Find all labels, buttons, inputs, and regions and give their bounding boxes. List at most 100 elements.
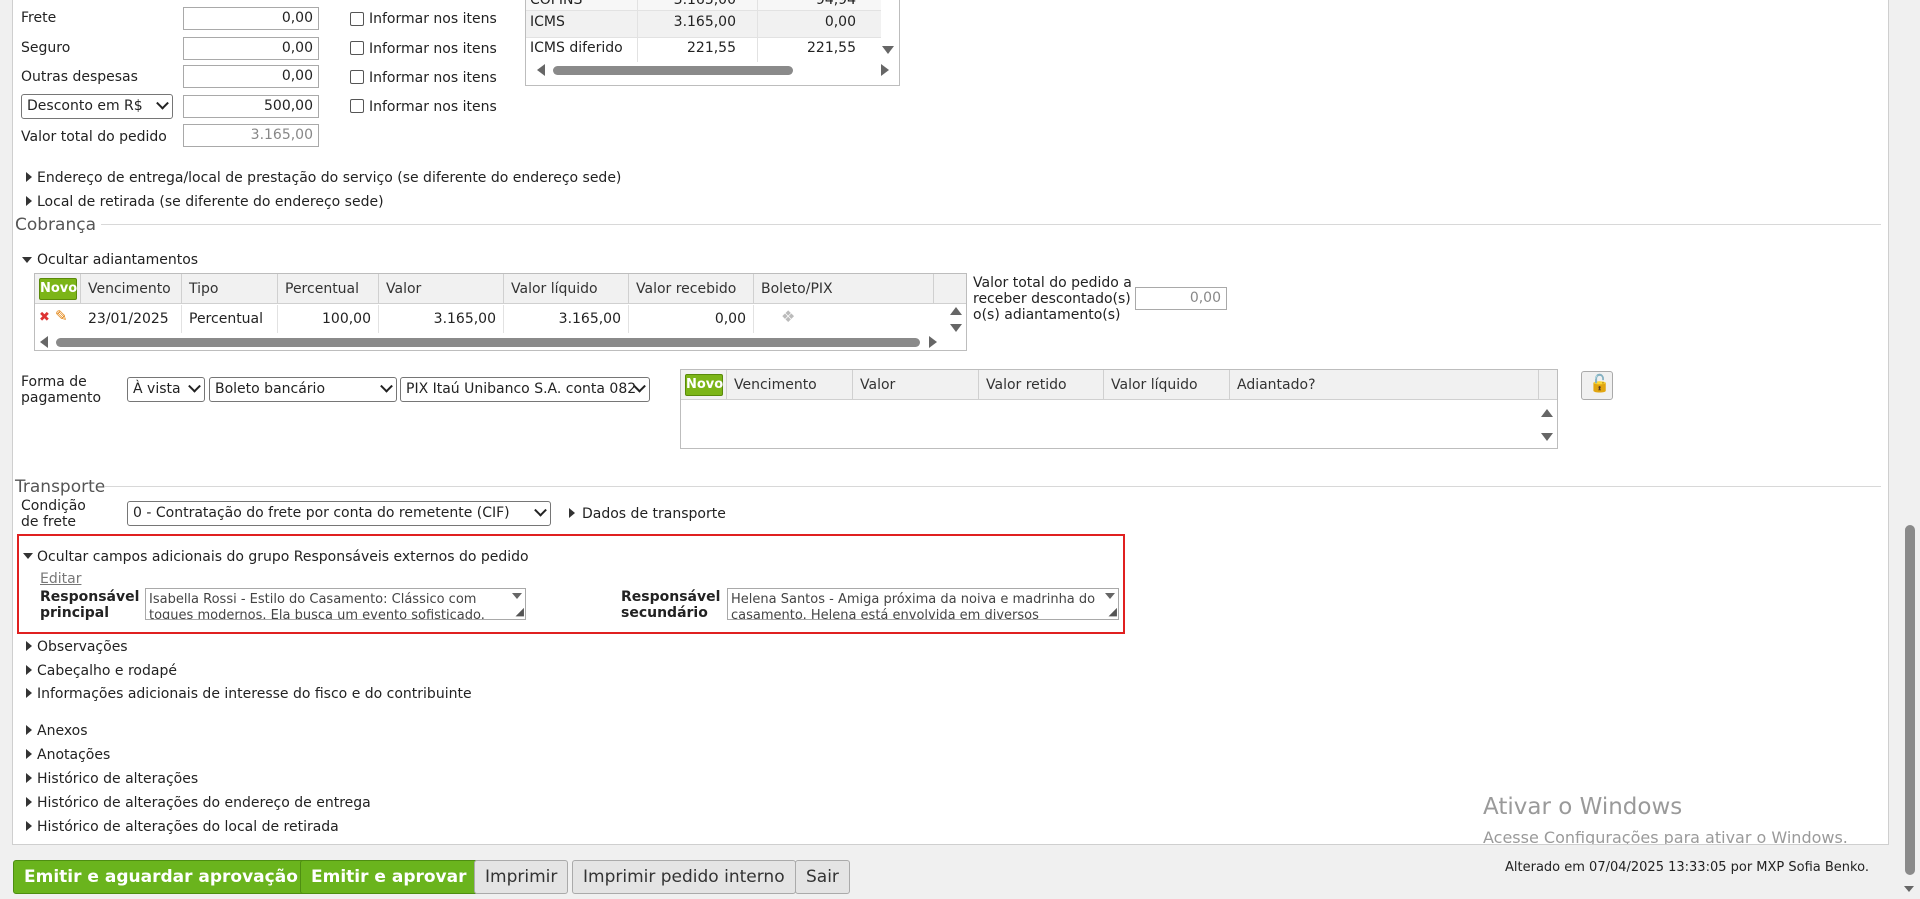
taxes-scroll-down[interactable] <box>882 46 894 54</box>
secundario-scroll-down-icon[interactable] <box>1105 593 1115 599</box>
imprimir-button[interactable]: Imprimir <box>474 860 569 894</box>
secundario-resize-icon[interactable]: ◢ <box>1109 604 1117 619</box>
frete-informar-checkbox[interactable] <box>350 12 364 26</box>
section-historico[interactable]: Histórico de alterações <box>37 771 198 787</box>
historico-expand-icon[interactable] <box>26 773 32 783</box>
imprimir-interno-button[interactable]: Imprimir pedido interno <box>572 860 796 894</box>
cobranca-title: Cobrança <box>15 215 97 235</box>
row-tipo: Percentual <box>182 305 278 333</box>
conta-pagamento-select[interactable]: PIX Itaú Unibanco S.A. conta 082 <box>400 377 650 402</box>
ocultar-adiantamentos-link[interactable]: Ocultar adiantamentos <box>37 252 198 268</box>
cabecalho-expand-icon[interactable] <box>26 665 32 675</box>
sair-button[interactable]: Sair <box>795 860 850 894</box>
page-scroll-down[interactable] <box>1904 886 1914 892</box>
section-historico-endereco[interactable]: Histórico de alterações do endereço de e… <box>37 795 371 811</box>
frete-informar-label: Informar nos itens <box>369 11 497 27</box>
desconto-type-select[interactable]: Desconto em R$ <box>21 94 173 119</box>
section-cabecalho-rodape[interactable]: Cabeçalho e rodapé <box>37 663 177 679</box>
parcelas-scroll-up[interactable] <box>1541 409 1553 417</box>
windows-activation-subtitle: Acesse Configurações para ativar o Windo… <box>1483 828 1848 845</box>
adiantamento-novo-button[interactable]: Novo <box>39 278 77 300</box>
anexos-expand-icon[interactable] <box>26 725 32 735</box>
valor-total-label: Valor total do pedido <box>21 129 167 145</box>
section-anexos[interactable]: Anexos <box>37 723 88 739</box>
tax-base-icms-diferido: 221,55 <box>687 40 736 56</box>
adiant-scroll-down[interactable] <box>950 324 962 332</box>
row-valor-liquido: 3.165,00 <box>504 305 629 333</box>
outras-despesas-input[interactable]: 0,00 <box>183 65 319 88</box>
info-adicionais-expand-icon[interactable] <box>26 688 32 698</box>
condicao-frete-label: Condição de frete <box>21 498 86 530</box>
responsavel-principal-value: Isabella Rossi - Estilo do Casamento: Cl… <box>149 592 485 620</box>
historico-endereco-expand-icon[interactable] <box>26 797 32 807</box>
observacoes-expand-icon[interactable] <box>26 641 32 651</box>
col-valor-liquido: Valor líquido <box>504 274 629 304</box>
desconto-input[interactable]: 500,00 <box>183 95 319 118</box>
responsavel-secundario-value: Helena Santos - Amiga próxima da noiva e… <box>731 592 1096 620</box>
windows-activation-title: Ativar o Windows <box>1483 794 1683 820</box>
adiant-scroll-right[interactable] <box>929 336 937 348</box>
parcela-novo-button[interactable]: Novo <box>685 374 723 396</box>
tax-name-cofins: COFINS <box>530 0 583 8</box>
taxes-scroll-right[interactable] <box>881 64 889 76</box>
local-retirada-expand-icon[interactable] <box>26 196 32 206</box>
section-observacoes[interactable]: Observações <box>37 639 128 655</box>
parc-col-adiantado: Adiantado? <box>1230 370 1539 400</box>
responsavel-principal-textarea[interactable]: Isabella Rossi - Estilo do Casamento: Cl… <box>145 588 526 620</box>
section-anotacoes[interactable]: Anotações <box>37 747 110 763</box>
desconto-type-value: Desconto em R$ <box>27 98 143 114</box>
local-retirada-link[interactable]: Local de retirada (se diferente do ender… <box>37 194 384 210</box>
taxes-hscroll-thumb[interactable] <box>553 66 793 75</box>
endereco-entrega-link[interactable]: Endereço de entrega/local de prestação d… <box>37 170 621 186</box>
page-scroll-thumb[interactable] <box>1905 525 1915 875</box>
page-vertical-scrollbar[interactable] <box>1900 0 1920 899</box>
principal-scroll-down-icon[interactable] <box>512 593 522 599</box>
col-valor-recebido: Valor recebido <box>629 274 754 304</box>
dados-transporte-link[interactable]: Dados de transporte <box>582 506 726 522</box>
tax-base-cofins: 3.165,00 <box>673 0 736 8</box>
seguro-informar-checkbox[interactable] <box>350 41 364 55</box>
responsaveis-collapse-icon[interactable] <box>23 553 33 559</box>
parcelas-grid: Vencimento Valor Valor retido Valor líqu… <box>680 369 1558 449</box>
responsavel-secundario-textarea[interactable]: Helena Santos - Amiga próxima da noiva e… <box>727 588 1119 620</box>
desconto-informar-checkbox[interactable] <box>350 99 364 113</box>
adiant-scroll-left[interactable] <box>40 336 48 348</box>
row-vencimento: 23/01/2025 <box>81 305 182 333</box>
adiant-hscroll-thumb[interactable] <box>56 338 920 347</box>
order-form-page: Frete 0,00 Informar nos itens Seguro 0,0… <box>12 0 1889 845</box>
cobranca-divider <box>101 224 1881 225</box>
taxes-scroll-left[interactable] <box>537 64 545 76</box>
parcelas-header: Vencimento Valor Valor retido Valor líqu… <box>681 370 1557 400</box>
dados-transporte-expand-icon[interactable] <box>569 508 575 518</box>
delete-icon[interactable]: ✖ <box>39 310 50 325</box>
boleto-pix-icon[interactable]: ❖ <box>781 307 795 326</box>
edit-pencil-icon[interactable]: ✎ <box>55 307 68 325</box>
section-info-adicionais[interactable]: Informações adicionais de interesse do f… <box>37 686 472 702</box>
ocultar-responsaveis-link[interactable]: Ocultar campos adicionais do grupo Respo… <box>37 549 529 565</box>
responsavel-principal-label: Responsável principal <box>40 589 140 621</box>
outras-despesas-label: Outras despesas <box>21 69 138 85</box>
adiantamentos-collapse-icon[interactable] <box>22 257 32 263</box>
principal-resize-icon[interactable]: ◢ <box>516 604 524 619</box>
seguro-input[interactable]: 0,00 <box>183 37 319 60</box>
emitir-aguardar-button[interactable]: Emitir e aguardar aprovação <box>13 860 309 894</box>
unlock-button[interactable]: 🔓 <box>1581 371 1613 400</box>
condicao-pagamento-select[interactable]: À vista <box>127 377 205 402</box>
outras-informar-checkbox[interactable] <box>350 70 364 84</box>
endereco-entrega-expand-icon[interactable] <box>26 172 32 182</box>
tax-name-icms: ICMS <box>530 14 565 30</box>
frete-input[interactable]: 0,00 <box>183 7 319 30</box>
tipo-pagamento-select[interactable]: Boleto bancário <box>209 377 397 402</box>
anotacoes-expand-icon[interactable] <box>26 749 32 759</box>
valor-receber-input: 0,00 <box>1135 287 1227 310</box>
condicao-frete-select[interactable]: 0 - Contratação do frete por conta do re… <box>127 501 551 526</box>
historico-retirada-expand-icon[interactable] <box>26 821 32 831</box>
editar-link[interactable]: Editar <box>40 571 81 587</box>
seguro-label: Seguro <box>21 40 71 56</box>
section-historico-retirada[interactable]: Histórico de alterações do local de reti… <box>37 819 339 835</box>
outras-informar-label: Informar nos itens <box>369 70 497 86</box>
parcelas-scroll-down[interactable] <box>1541 433 1553 441</box>
parc-col-valor-liquido: Valor líquido <box>1104 370 1230 400</box>
adiant-scroll-up[interactable] <box>950 307 962 315</box>
emitir-aprovar-button[interactable]: Emitir e aprovar <box>300 860 478 894</box>
